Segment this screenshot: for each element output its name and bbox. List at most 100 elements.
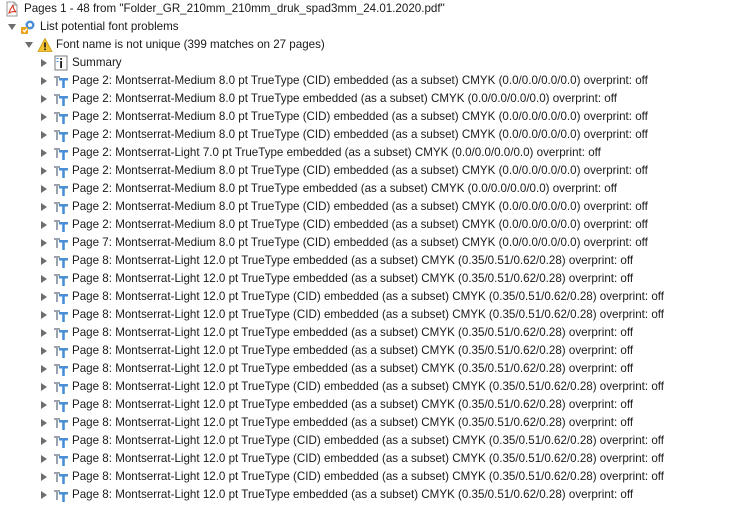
font-icon	[53, 145, 69, 161]
disclosure-collapsed-icon[interactable]	[39, 108, 49, 126]
font-item-row[interactable]: Page 8: Montserrat-Light 12.0 pt TrueTyp…	[0, 450, 732, 468]
font-item-row[interactable]: Page 2: Montserrat-Medium 8.0 pt TrueTyp…	[0, 90, 732, 108]
font-item-row[interactable]: Page 2: Montserrat-Medium 8.0 pt TrueTyp…	[0, 180, 732, 198]
font-item-label: Page 8: Montserrat-Light 12.0 pt TrueTyp…	[72, 380, 665, 393]
font-item-row[interactable]: Page 8: Montserrat-Light 12.0 pt TrueTyp…	[0, 270, 732, 288]
warning-icon	[37, 37, 53, 53]
font-icon	[53, 451, 69, 467]
font-item-row[interactable]: Page 2: Montserrat-Light 7.0 pt TrueType…	[0, 144, 732, 162]
font-icon	[53, 289, 69, 305]
font-item-row[interactable]: Page 8: Montserrat-Light 12.0 pt TrueTyp…	[0, 432, 732, 450]
disclosure-collapsed-icon[interactable]	[39, 72, 49, 90]
font-icon	[53, 361, 69, 377]
font-item-label: Page 8: Montserrat-Light 12.0 pt TrueTyp…	[72, 434, 665, 447]
font-icon	[53, 343, 69, 359]
font-item-row[interactable]: Page 8: Montserrat-Light 12.0 pt TrueTyp…	[0, 252, 732, 270]
font-item-list: Page 2: Montserrat-Medium 8.0 pt TrueTyp…	[0, 72, 732, 504]
font-item-label: Page 8: Montserrat-Light 12.0 pt TrueTyp…	[72, 308, 665, 321]
font-item-row[interactable]: Page 8: Montserrat-Light 12.0 pt TrueTyp…	[0, 468, 732, 486]
font-item-label: Page 2: Montserrat-Medium 8.0 pt TrueTyp…	[72, 110, 648, 123]
font-item-row[interactable]: Page 8: Montserrat-Light 12.0 pt TrueTyp…	[0, 288, 732, 306]
font-icon	[53, 73, 69, 89]
disclosure-collapsed-icon[interactable]	[39, 288, 49, 306]
pdf-file-icon	[4, 1, 20, 17]
font-icon	[53, 397, 69, 413]
disclosure-collapsed-icon[interactable]	[39, 468, 49, 486]
disclosure-collapsed-icon[interactable]	[39, 414, 49, 432]
font-item-row[interactable]: Page 8: Montserrat-Light 12.0 pt TrueTyp…	[0, 414, 732, 432]
font-item-label: Page 8: Montserrat-Light 12.0 pt TrueTyp…	[72, 326, 634, 339]
results-tree: Pages 1 - 48 from "Folder_GR_210mm_210mm…	[0, 0, 732, 504]
disclosure-collapsed-icon[interactable]	[39, 306, 49, 324]
font-item-row[interactable]: Page 8: Montserrat-Light 12.0 pt TrueTyp…	[0, 342, 732, 360]
header-row[interactable]: Pages 1 - 48 from "Folder_GR_210mm_210mm…	[0, 0, 732, 18]
font-item-label: Page 2: Montserrat-Light 7.0 pt TrueType…	[72, 146, 601, 159]
font-icon	[53, 163, 69, 179]
disclosure-collapsed-icon[interactable]	[39, 234, 49, 252]
disclosure-collapsed-icon[interactable]	[39, 144, 49, 162]
font-icon	[53, 415, 69, 431]
font-item-label: Page 8: Montserrat-Light 12.0 pt TrueTyp…	[72, 254, 634, 267]
disclosure-collapsed-icon[interactable]	[39, 270, 49, 288]
disclosure-collapsed-icon[interactable]	[39, 216, 49, 234]
group-row[interactable]: Font name is not unique (399 matches on …	[0, 36, 732, 54]
font-item-row[interactable]: Page 8: Montserrat-Light 12.0 pt TrueTyp…	[0, 360, 732, 378]
font-item-row[interactable]: Page 8: Montserrat-Light 12.0 pt TrueTyp…	[0, 486, 732, 504]
font-icon	[53, 199, 69, 215]
font-item-label: Page 2: Montserrat-Medium 8.0 pt TrueTyp…	[72, 128, 648, 141]
font-item-label: Page 8: Montserrat-Light 12.0 pt TrueTyp…	[72, 344, 634, 357]
disclosure-collapsed-icon[interactable]	[39, 54, 49, 72]
font-icon	[53, 271, 69, 287]
disclosure-collapsed-icon[interactable]	[39, 486, 49, 504]
font-item-row[interactable]: Page 8: Montserrat-Light 12.0 pt TrueTyp…	[0, 324, 732, 342]
check-label: List potential font problems	[40, 20, 179, 33]
font-icon	[53, 217, 69, 233]
font-item-label: Page 2: Montserrat-Medium 8.0 pt TrueTyp…	[72, 164, 648, 177]
font-icon	[53, 487, 69, 503]
font-item-label: Page 8: Montserrat-Light 12.0 pt TrueTyp…	[72, 362, 634, 375]
disclosure-collapsed-icon[interactable]	[39, 432, 49, 450]
summary-row[interactable]: Summary	[0, 54, 732, 72]
font-item-label: Page 2: Montserrat-Medium 8.0 pt TrueTyp…	[72, 182, 617, 195]
disclosure-collapsed-icon[interactable]	[39, 126, 49, 144]
disclosure-collapsed-icon[interactable]	[39, 324, 49, 342]
disclosure-collapsed-icon[interactable]	[39, 198, 49, 216]
preflight-check-icon	[20, 19, 36, 35]
font-item-row[interactable]: Page 8: Montserrat-Light 12.0 pt TrueTyp…	[0, 378, 732, 396]
font-icon	[53, 253, 69, 269]
font-item-row[interactable]: Page 2: Montserrat-Medium 8.0 pt TrueTyp…	[0, 216, 732, 234]
font-item-label: Page 2: Montserrat-Medium 8.0 pt TrueTyp…	[72, 74, 648, 87]
font-item-row[interactable]: Page 8: Montserrat-Light 12.0 pt TrueTyp…	[0, 306, 732, 324]
font-icon	[53, 325, 69, 341]
disclosure-collapsed-icon[interactable]	[39, 180, 49, 198]
disclosure-collapsed-icon[interactable]	[39, 378, 49, 396]
disclosure-collapsed-icon[interactable]	[39, 252, 49, 270]
check-row[interactable]: List potential font problems	[0, 18, 732, 36]
disclosure-collapsed-icon[interactable]	[39, 360, 49, 378]
font-item-row[interactable]: Page 2: Montserrat-Medium 8.0 pt TrueTyp…	[0, 162, 732, 180]
disclosure-collapsed-icon[interactable]	[39, 342, 49, 360]
disclosure-expanded-icon[interactable]	[7, 18, 17, 36]
font-item-row[interactable]: Page 2: Montserrat-Medium 8.0 pt TrueTyp…	[0, 126, 732, 144]
disclosure-expanded-icon[interactable]	[24, 36, 34, 54]
font-item-label: Page 8: Montserrat-Light 12.0 pt TrueTyp…	[72, 272, 634, 285]
disclosure-collapsed-icon[interactable]	[39, 90, 49, 108]
font-item-label: Page 8: Montserrat-Light 12.0 pt TrueTyp…	[72, 470, 665, 483]
font-item-row[interactable]: Page 2: Montserrat-Medium 8.0 pt TrueTyp…	[0, 198, 732, 216]
disclosure-collapsed-icon[interactable]	[39, 396, 49, 414]
font-icon	[53, 91, 69, 107]
font-item-row[interactable]: Page 8: Montserrat-Light 12.0 pt TrueTyp…	[0, 396, 732, 414]
font-item-label: Page 8: Montserrat-Light 12.0 pt TrueTyp…	[72, 452, 665, 465]
disclosure-collapsed-icon[interactable]	[39, 450, 49, 468]
font-item-row[interactable]: Page 2: Montserrat-Medium 8.0 pt TrueTyp…	[0, 108, 732, 126]
font-icon	[53, 109, 69, 125]
font-icon	[53, 469, 69, 485]
font-item-label: Page 7: Montserrat-Medium 8.0 pt TrueTyp…	[72, 236, 648, 249]
header-title: Pages 1 - 48 from "Folder_GR_210mm_210mm…	[24, 2, 445, 15]
disclosure-collapsed-icon[interactable]	[39, 162, 49, 180]
font-item-label: Page 8: Montserrat-Light 12.0 pt TrueTyp…	[72, 398, 634, 411]
font-item-label: Page 8: Montserrat-Light 12.0 pt TrueTyp…	[72, 290, 665, 303]
font-icon	[53, 235, 69, 251]
font-item-row[interactable]: Page 2: Montserrat-Medium 8.0 pt TrueTyp…	[0, 72, 732, 90]
font-item-row[interactable]: Page 7: Montserrat-Medium 8.0 pt TrueTyp…	[0, 234, 732, 252]
